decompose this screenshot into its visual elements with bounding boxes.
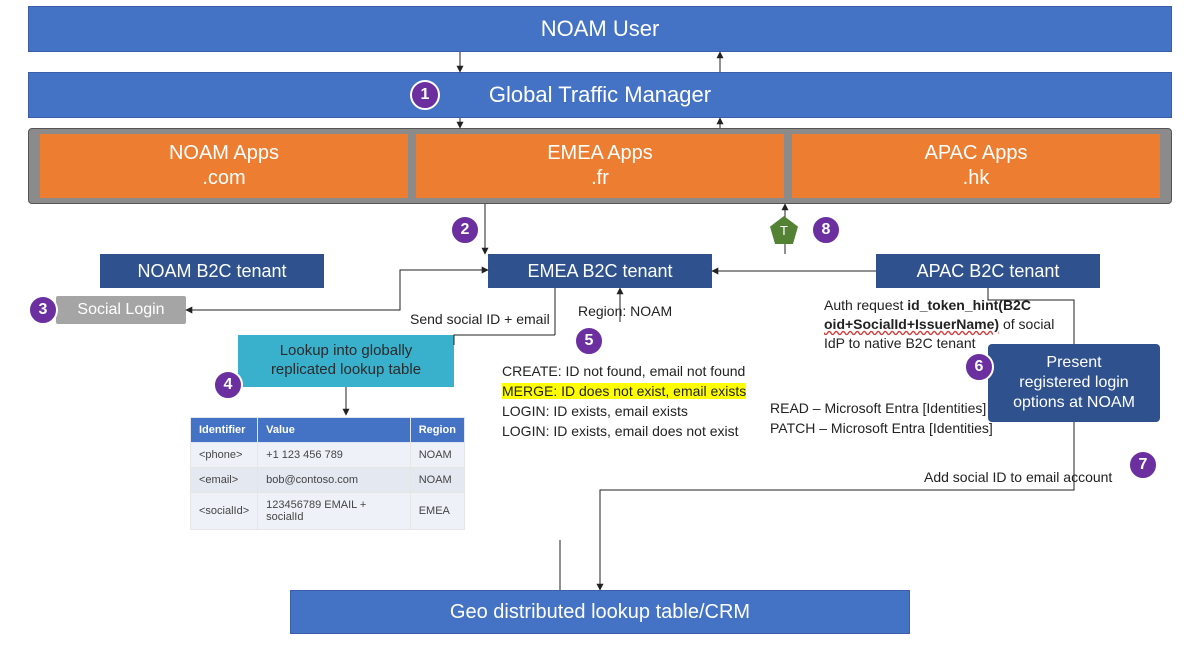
emea-apps-line2: .fr [591, 166, 609, 191]
present-line2: registered login [1019, 373, 1128, 393]
lookup-line2: replicated lookup table [271, 361, 421, 380]
badge-6: 6 [964, 352, 994, 382]
badge-1: 1 [410, 80, 440, 110]
lookup-line1: Lookup into globally [280, 342, 413, 361]
apac-apps-box: APAC Apps .hk [792, 134, 1160, 198]
cell-social-val: 123456789 EMAIL + socialId [258, 493, 411, 530]
present-line3: options at NOAM [1013, 393, 1135, 413]
noam-apps-line1: NOAM Apps [169, 141, 279, 166]
auth-text-1b: id_token_hint(B2C [907, 297, 1031, 313]
cell-email-id: <email> [191, 468, 258, 493]
emea-b2c-tenant-box: EMEA B2C tenant [488, 254, 712, 288]
cell-email-region: NOAM [410, 468, 464, 493]
emea-apps-box: EMEA Apps .fr [416, 134, 784, 198]
present-login-options-box: Present registered login options at NOAM [988, 344, 1160, 422]
noam-b2c-tenant-box: NOAM B2C tenant [100, 254, 324, 288]
table-row: <socialId> 123456789 EMAIL + socialId EM… [191, 493, 465, 530]
lookup-table: Identifier Value Region <phone> +1 123 4… [190, 417, 465, 530]
emea-apps-line1: EMEA Apps [547, 141, 653, 166]
label-auth-request: Auth request id_token_hint(B2C oid+Socia… [824, 296, 1094, 353]
noam-apps-box: NOAM Apps .com [40, 134, 408, 198]
auth-text-2tail: of social [999, 316, 1054, 332]
auth-text-2: oid+SocialId+IssuerName) [824, 316, 999, 332]
pentagon-t: T [770, 216, 798, 244]
label-merge: MERGE: ID does not exist, email exists [502, 382, 746, 401]
lookup-th-identifier: Identifier [191, 418, 258, 443]
cell-phone-val: +1 123 456 789 [258, 443, 411, 468]
badge-5: 5 [574, 326, 604, 356]
label-region: Region: NOAM [578, 302, 672, 321]
apac-apps-line2: .hk [963, 166, 990, 191]
badge-4: 4 [213, 370, 243, 400]
cell-email-val: bob@contoso.com [258, 468, 411, 493]
badge-2: 2 [450, 215, 480, 245]
apac-b2c-tenant-box: APAC B2C tenant [876, 254, 1100, 288]
badge-8: 8 [811, 215, 841, 245]
label-patch: PATCH – Microsoft Entra [Identities] [770, 419, 993, 438]
noam-apps-line2: .com [202, 166, 245, 191]
lookup-replicated-table-box: Lookup into globally replicated lookup t… [238, 335, 454, 387]
cell-phone-id: <phone> [191, 443, 258, 468]
lookup-th-value: Value [258, 418, 411, 443]
cell-social-region: EMEA [410, 493, 464, 530]
present-line1: Present [1046, 353, 1101, 373]
badge-7: 7 [1128, 450, 1158, 480]
cell-phone-region: NOAM [410, 443, 464, 468]
global-traffic-manager-box: Global Traffic Manager [28, 72, 1172, 118]
label-login-2: LOGIN: ID exists, email does not exist [502, 422, 739, 441]
label-login-1: LOGIN: ID exists, email exists [502, 402, 688, 421]
cell-social-id: <socialId> [191, 493, 258, 530]
label-add-social: Add social ID to email account [924, 468, 1112, 487]
social-login-box: Social Login [56, 296, 186, 324]
label-create: CREATE: ID not found, email not found [502, 362, 745, 381]
apac-apps-line1: APAC Apps [924, 141, 1027, 166]
table-row: <phone> +1 123 456 789 NOAM [191, 443, 465, 468]
noam-user-box: NOAM User [28, 6, 1172, 52]
lookup-th-region: Region [410, 418, 464, 443]
badge-3: 3 [28, 295, 58, 325]
geo-distributed-lookup-box: Geo distributed lookup table/CRM [290, 590, 910, 634]
label-send-social: Send social ID + email [410, 310, 550, 329]
label-merge-text: MERGE: ID does not exist, email exists [502, 383, 746, 399]
label-read: READ – Microsoft Entra [Identities] [770, 399, 986, 418]
table-row: <email> bob@contoso.com NOAM [191, 468, 465, 493]
auth-text-1a: Auth request [824, 297, 907, 313]
auth-text-3: IdP to native B2C tenant [824, 335, 976, 351]
